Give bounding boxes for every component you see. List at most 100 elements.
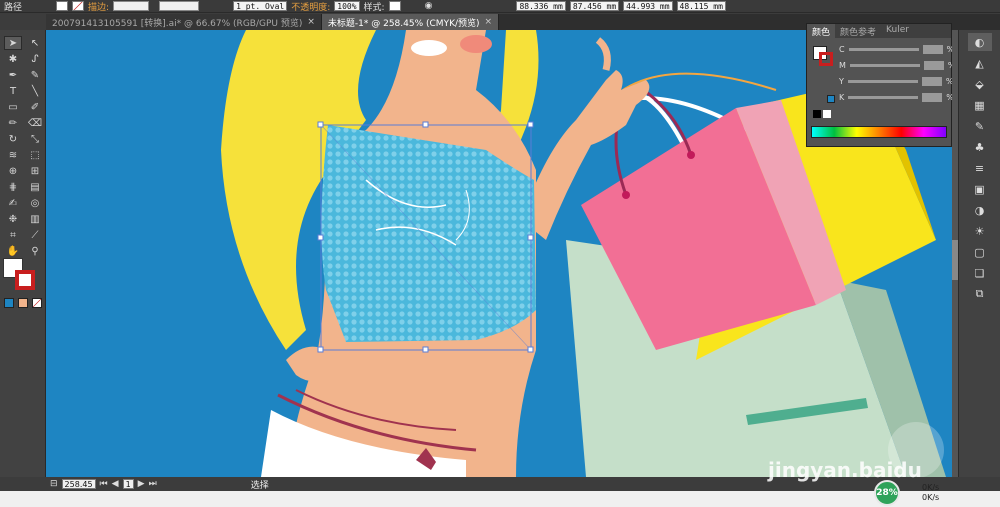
mode-label: 路径 bbox=[4, 2, 23, 13]
color-spectrum[interactable] bbox=[811, 126, 947, 138]
width-tool-icon[interactable]: ≋ bbox=[4, 148, 22, 162]
artboard-tool-icon[interactable]: ⌗ bbox=[4, 228, 22, 242]
stroke-label[interactable]: 描边: bbox=[88, 0, 109, 13]
tab-document-2[interactable]: 未标题-1* @ 258.45% (CMYK/预览) × bbox=[321, 14, 500, 30]
prev-page-icon[interactable]: ◀ bbox=[112, 479, 119, 489]
none-mode-icon[interactable] bbox=[32, 298, 42, 308]
first-page-icon[interactable]: ⏮ bbox=[100, 479, 108, 489]
recolor-icon[interactable]: ◉ bbox=[425, 1, 433, 11]
pen-tool-icon[interactable]: ✒ bbox=[4, 68, 22, 82]
transparency-icon[interactable]: ◑ bbox=[968, 201, 992, 219]
zoom-field[interactable]: 258.45 bbox=[61, 479, 96, 489]
style-swatch[interactable] bbox=[388, 1, 401, 11]
yellow-channel[interactable]: Y% bbox=[839, 76, 954, 86]
pencil-tool-icon[interactable]: ✏ bbox=[4, 116, 22, 130]
paintbrush-tool-icon[interactable]: ✐ bbox=[26, 100, 44, 114]
stroke-swatch[interactable] bbox=[72, 1, 85, 11]
white-swatch[interactable] bbox=[823, 110, 831, 118]
graph-tool-icon[interactable]: ▥ bbox=[26, 212, 44, 226]
brush-definition-field[interactable]: 1 pt. Oval bbox=[233, 1, 288, 11]
zoom-tool-icon[interactable]: ⚲ bbox=[26, 244, 44, 258]
fill-swatch[interactable] bbox=[56, 1, 69, 11]
symbols-icon[interactable]: ♣ bbox=[968, 138, 992, 156]
color-guide-icon[interactable]: ◭ bbox=[968, 54, 992, 72]
panel-dock: ◐ ◭ ⬙ ▦ ✎ ♣ ≡ ▣ ◑ ☀ ▢ ❏ ⧉ bbox=[958, 30, 1000, 477]
brushes-icon[interactable]: ✎ bbox=[968, 117, 992, 135]
swatches-icon[interactable]: ▦ bbox=[968, 96, 992, 114]
close-icon[interactable]: × bbox=[485, 17, 493, 27]
layers-icon[interactable]: ❏ bbox=[968, 264, 992, 282]
mesh-tool-icon[interactable]: ⋕ bbox=[4, 180, 22, 194]
fill-stroke-control[interactable] bbox=[3, 258, 41, 292]
appearance-icon[interactable]: ☀ bbox=[968, 222, 992, 240]
stroke-weight-field[interactable] bbox=[113, 1, 150, 11]
last-color-swatch[interactable] bbox=[827, 95, 835, 103]
style-label: 样式: bbox=[363, 2, 385, 13]
y-field[interactable]: 87.456 mm bbox=[569, 1, 620, 11]
color-panel-icon[interactable]: ◐ bbox=[967, 33, 992, 51]
black-swatch[interactable] bbox=[813, 110, 821, 118]
tab-color-guide[interactable]: 颜色参考 bbox=[835, 24, 881, 38]
close-icon[interactable]: × bbox=[307, 17, 315, 27]
stroke-preview[interactable] bbox=[819, 52, 833, 66]
perspective-tool-icon[interactable]: ⊞ bbox=[26, 164, 44, 178]
zoom-dropdown-icon[interactable]: ⊟ bbox=[50, 479, 58, 489]
gradient-tool-icon[interactable]: ▤ bbox=[26, 180, 44, 194]
graphic-styles-icon[interactable]: ▢ bbox=[968, 243, 992, 261]
opacity-label[interactable]: 不透明度: bbox=[291, 0, 330, 13]
artboards-icon[interactable]: ⧉ bbox=[968, 285, 992, 303]
width-field[interactable]: 44.993 mm bbox=[623, 1, 673, 11]
color-panel-tabs: 颜色 颜色参考 Kuler bbox=[807, 24, 951, 38]
opacity-field[interactable]: 100% bbox=[334, 1, 360, 11]
cyan-channel[interactable]: C% bbox=[839, 44, 954, 54]
type-tool-icon[interactable]: T bbox=[4, 84, 22, 98]
gradient-icon[interactable]: ▣ bbox=[968, 180, 992, 198]
rotate-tool-icon[interactable]: ↻ bbox=[4, 132, 22, 146]
control-bar: 路径 描边: 1 pt. Oval 不透明度: 100% 样式: ◉ 88.33… bbox=[0, 0, 1000, 13]
bottom-strip bbox=[0, 491, 1000, 507]
current-tool-label: 选择 bbox=[250, 480, 269, 491]
color-modes bbox=[4, 298, 42, 308]
tab-color[interactable]: 颜色 bbox=[807, 24, 836, 38]
page-field[interactable]: 1 bbox=[122, 479, 134, 489]
tab-document-1[interactable]: 200791413105591 [转换].ai* @ 66.67% (RGB/G… bbox=[46, 14, 322, 30]
tab-label: 200791413105591 [转换].ai* @ 66.67% (RGB/G… bbox=[52, 18, 303, 29]
rectangle-tool-icon[interactable]: ▭ bbox=[4, 100, 22, 114]
download-speed: 0K/s bbox=[922, 493, 940, 502]
black-channel[interactable]: K% bbox=[839, 92, 954, 102]
direct-selection-tool-icon[interactable]: ↖ bbox=[26, 36, 44, 50]
mouth bbox=[411, 40, 447, 56]
slice-tool-icon[interactable]: ⟋ bbox=[26, 228, 44, 242]
color-panel: 颜色 颜色参考 Kuler C% M% Y% K% bbox=[806, 23, 956, 147]
tools-panel: ➤ ↖ ✱ ᔑ ✒ ✎ T ╲ ▭ ✐ ✏ ⌫ ↻ ⤡ ≋ ⬚ ⊕ ⊞ ⋕ ▤ … bbox=[0, 30, 46, 477]
stroke-icon[interactable]: ≡ bbox=[968, 159, 992, 177]
eyedropper-tool-icon[interactable]: ✍ bbox=[4, 196, 22, 210]
magenta-channel[interactable]: M% bbox=[839, 60, 956, 70]
x-field[interactable]: 88.336 mm bbox=[516, 1, 566, 11]
eraser-tool-icon[interactable]: ⌫ bbox=[26, 116, 44, 130]
line-tool-icon[interactable]: ╲ bbox=[26, 84, 44, 98]
scale-tool-icon[interactable]: ⤡ bbox=[26, 132, 44, 146]
variable-width-profile[interactable] bbox=[159, 1, 200, 11]
blend-tool-icon[interactable]: ◎ bbox=[26, 196, 44, 210]
kuler-icon[interactable]: ⬙ bbox=[968, 75, 992, 93]
symbol-sprayer-tool-icon[interactable]: ❉ bbox=[4, 212, 22, 226]
stroke-box[interactable] bbox=[15, 270, 35, 290]
last-page-icon[interactable]: ⏭ bbox=[149, 479, 157, 489]
tab-label: 未标题-1* @ 258.45% (CMYK/预览) bbox=[327, 18, 480, 29]
network-monitor-widget[interactable]: 28% 0K/s 0K/s bbox=[872, 478, 968, 506]
hand-tool-icon[interactable]: ✋ bbox=[4, 244, 22, 258]
shape-builder-tool-icon[interactable]: ⊕ bbox=[4, 164, 22, 178]
free-transform-tool-icon[interactable]: ⬚ bbox=[26, 148, 44, 162]
color-mode-icon[interactable] bbox=[4, 298, 14, 308]
network-percent: 28% bbox=[874, 480, 900, 506]
tab-kuler[interactable]: Kuler bbox=[881, 24, 914, 38]
next-page-icon[interactable]: ▶ bbox=[138, 479, 145, 489]
upload-speed: 0K/s bbox=[922, 483, 940, 492]
height-field[interactable]: 48.115 mm bbox=[676, 1, 726, 11]
magic-wand-tool-icon[interactable]: ✱ bbox=[4, 52, 22, 66]
selection-tool-icon[interactable]: ➤ bbox=[4, 36, 22, 50]
lasso-tool-icon[interactable]: ᔑ bbox=[26, 52, 44, 66]
gradient-mode-icon[interactable] bbox=[18, 298, 28, 308]
curvature-tool-icon[interactable]: ✎ bbox=[26, 68, 44, 82]
